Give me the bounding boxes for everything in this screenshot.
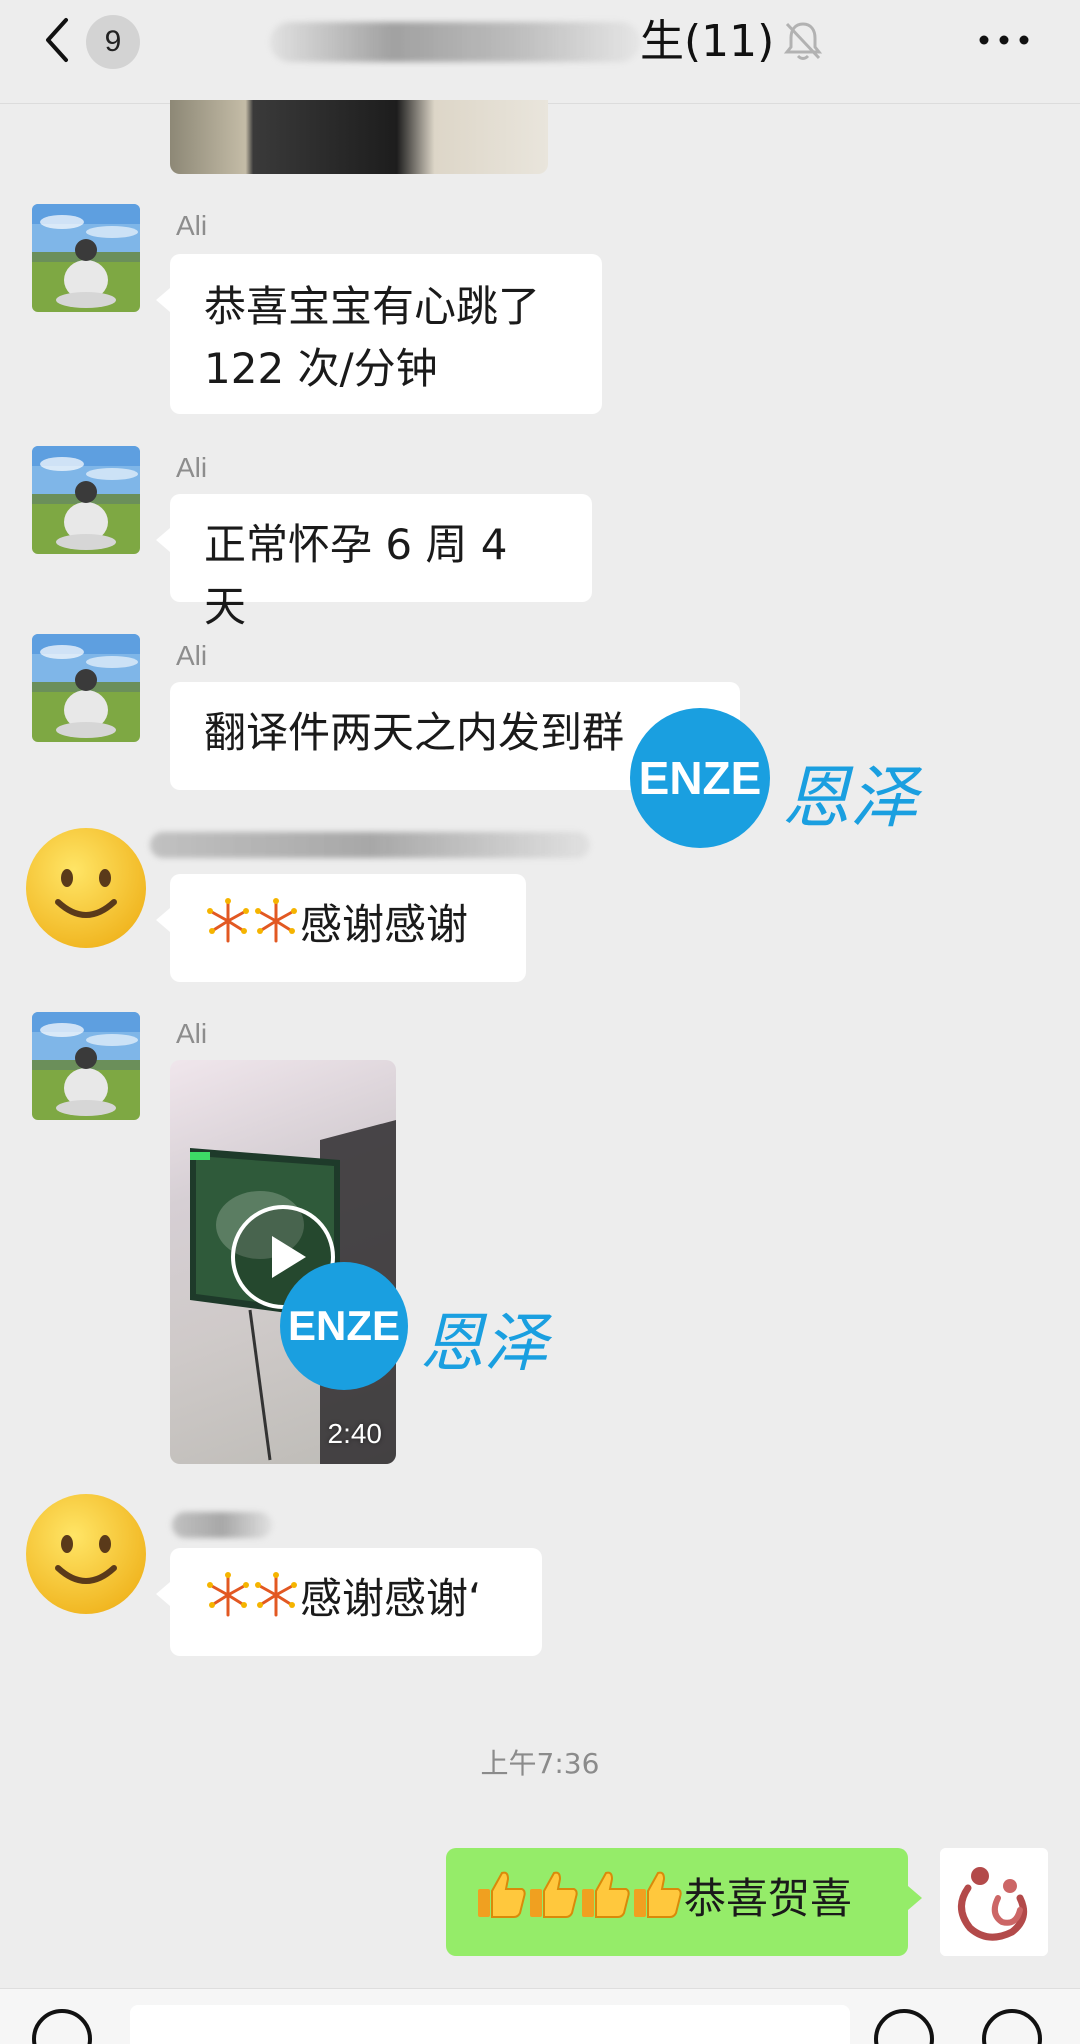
message-bubble[interactable]: 感谢感谢‘ [156,1548,542,1656]
thumbs-up-icon [582,1871,630,1918]
video-message[interactable]: 2:40 [170,1060,396,1464]
redacted-group-name [270,22,640,62]
message-input[interactable] [130,2005,850,2044]
bell-off-icon [783,22,823,60]
input-toolbar [0,1988,1080,2044]
thumbs-up-icon [530,1871,578,1918]
fireworks-icon [255,898,297,943]
chat-header: 9 生(11) [0,0,1080,104]
smiley-emoji-avatar[interactable] [24,826,148,950]
watermark-logo: ENZE [630,708,770,848]
avatar-ali[interactable] [32,446,140,554]
my-avatar[interactable] [940,1848,1048,1956]
message-line: 恭喜宝宝有心跳了 [204,282,541,331]
avatar-ali[interactable] [32,634,140,742]
redacted-sender-name [172,1512,272,1538]
message-bubble[interactable]: 恭喜宝宝有心跳了 122 次/分钟 [156,254,602,414]
mother-baby-logo-icon [940,1848,1048,1956]
message-line: 122 次/分钟 [204,344,438,393]
avatar-ali[interactable] [32,1012,140,1120]
watermark-chinese: 恩泽 [420,1307,548,1381]
sender-name: Ali [176,452,208,483]
sender-name: Ali [176,1018,208,1049]
fireworks-icon [207,1572,249,1617]
voice-icon[interactable] [30,2007,94,2044]
chat-title: 生(11) [640,16,775,67]
video-duration: 2:40 [327,1418,383,1449]
message-text: 恭喜贺喜 [684,1874,853,1923]
thumbs-up-icon [478,1871,526,1918]
sender-name: Ali [176,640,208,671]
unread-count-badge[interactable]: 9 [86,15,140,69]
my-message-bubble[interactable]: 恭喜贺喜 [446,1848,922,1956]
image-message-partial[interactable] [170,100,548,174]
message-timestamp: 上午7:36 [480,1747,600,1780]
more-icon[interactable] [976,28,1032,52]
watermark-logo: ENZE [280,1262,408,1390]
message-bubble[interactable]: 感谢感谢 [156,874,526,982]
message-text: 感谢感谢 [300,900,469,949]
thumbs-up-icon [634,1871,682,1918]
sender-name: Ali [176,210,208,241]
watermark-chinese: 恩泽 [782,759,919,838]
fireworks-icon [207,898,249,943]
message-line: 正常怀孕 6 周 4 天 [204,520,508,631]
message-line: 翻译件两天之内发到群 [204,708,625,757]
back-chevron-icon[interactable] [38,16,78,64]
message-text: 感谢感谢‘ [300,1574,482,1623]
fireworks-icon [255,1572,297,1617]
message-bubble[interactable]: 正常怀孕 6 周 4 天 [156,494,592,631]
add-icon[interactable] [980,2007,1044,2044]
emoji-icon[interactable] [872,2007,936,2044]
smiley-emoji-avatar[interactable] [24,1492,148,1616]
redacted-sender-name [150,832,590,858]
avatar-ali[interactable] [32,204,140,312]
